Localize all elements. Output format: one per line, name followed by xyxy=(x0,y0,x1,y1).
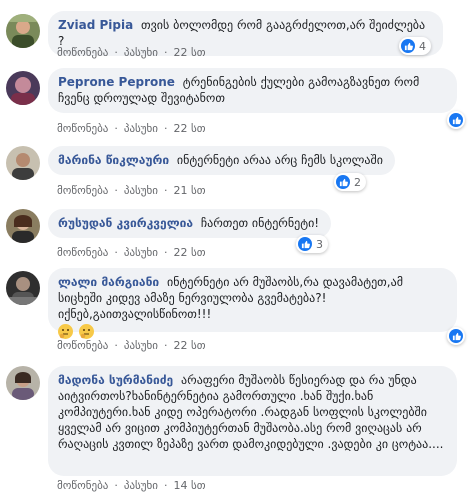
reaction-count[interactable]: 4 xyxy=(399,37,431,55)
like-icon xyxy=(449,329,463,343)
comment-author[interactable]: Zviad Pipia xyxy=(58,18,133,32)
comment-text: ინტერნეტი არაა არც ჩემს სკოლაში xyxy=(176,153,383,167)
comment-meta: მოწონება · პასუხი · 22 სთ xyxy=(57,246,206,259)
comment-bubble: ლალი მარგიანი ინტერნეტი არ მუშაობს,რა და… xyxy=(48,268,457,339)
avatar[interactable] xyxy=(6,146,40,180)
emoji-row xyxy=(58,323,445,339)
avatar[interactable] xyxy=(6,71,40,105)
separator: · xyxy=(114,479,118,492)
reaction-number: 4 xyxy=(419,39,426,53)
avatar[interactable] xyxy=(6,209,40,243)
like-icon xyxy=(298,237,312,251)
separator: · xyxy=(114,246,118,259)
reply-action[interactable]: პასუხი xyxy=(124,479,158,492)
like-icon xyxy=(449,113,463,127)
comment-meta: მოწონება · პასუხი · 14 სთ xyxy=(57,479,206,492)
comment-bubble: მარინა წიკლაური ინტერნეტი არაა არც ჩემს … xyxy=(48,146,395,175)
reply-action[interactable]: პასუხი xyxy=(124,122,158,135)
avatar[interactable] xyxy=(6,366,40,400)
comment-meta: მოწონება · პასუხი · 22 სთ xyxy=(57,122,206,135)
like-action[interactable]: მოწონება xyxy=(57,46,108,59)
separator: · xyxy=(163,122,168,135)
avatar[interactable] xyxy=(6,271,40,305)
like-action[interactable]: მოწონება xyxy=(57,479,108,492)
thinking-face-icon xyxy=(58,324,73,339)
comment-bubble: Peprone Peprone ტრენინგების ქულები გამოა… xyxy=(48,68,457,113)
comment-meta: მოწონება · პასუხი · 22 სთ xyxy=(57,46,206,59)
like-action[interactable]: მოწონება xyxy=(57,122,108,135)
comment-time[interactable]: 14 სთ xyxy=(173,479,205,492)
separator: · xyxy=(163,184,168,197)
comment-time[interactable]: 22 სთ xyxy=(173,339,205,352)
comment-text: ჩართეთ ინტერნეტი! xyxy=(200,216,320,230)
comment-author[interactable]: მადონა სურმანიძე xyxy=(58,373,173,387)
comment-time[interactable]: 22 სთ xyxy=(173,122,205,135)
comment-author[interactable]: Peprone Peprone xyxy=(58,75,175,89)
comment-bubble: რუსუდან კვირკველია ჩართეთ ინტერნეტი! xyxy=(48,209,332,238)
comment-time[interactable]: 21 სთ xyxy=(173,184,205,197)
reply-action[interactable]: პასუხი xyxy=(124,246,158,259)
comment-meta: მოწონება · პასუხი · 21 სთ xyxy=(57,184,206,197)
reaction-count[interactable]: 3 xyxy=(296,235,328,253)
reply-action[interactable]: პასუხი xyxy=(124,184,158,197)
comment-bubble: მადონა სურმანიძე არაფერი მუშაობს წესიერა… xyxy=(48,366,457,476)
separator: · xyxy=(114,122,118,135)
comment-author[interactable]: მარინა წიკლაური xyxy=(58,153,169,167)
separator: · xyxy=(114,46,118,59)
reaction-count[interactable] xyxy=(447,111,465,129)
comment-meta: მოწონება · პასუხი · 22 სთ xyxy=(57,339,206,352)
comment-time[interactable]: 22 სთ xyxy=(173,46,205,59)
separator: · xyxy=(114,184,118,197)
like-icon xyxy=(401,39,415,53)
separator: · xyxy=(163,479,168,492)
comment-time[interactable]: 22 სთ xyxy=(173,246,205,259)
reaction-number: 3 xyxy=(316,237,323,251)
thinking-face-icon xyxy=(78,324,94,339)
separator: · xyxy=(163,339,168,352)
like-action[interactable]: მოწონება xyxy=(57,246,108,259)
like-action[interactable]: მოწონება xyxy=(57,339,108,352)
reply-action[interactable]: პასუხი xyxy=(124,339,158,352)
separator: · xyxy=(114,339,118,352)
like-icon xyxy=(336,175,350,189)
like-action[interactable]: მოწონება xyxy=(57,184,108,197)
reaction-count[interactable]: 2 xyxy=(334,173,366,191)
separator: · xyxy=(163,246,168,259)
avatar[interactable] xyxy=(6,14,40,48)
comment-author[interactable]: რუსუდან კვირკველია xyxy=(58,216,193,230)
reaction-number: 2 xyxy=(354,175,361,189)
reply-action[interactable]: პასუხი xyxy=(124,46,158,59)
reaction-count[interactable] xyxy=(447,327,465,345)
comment-author[interactable]: ლალი მარგიანი xyxy=(58,275,159,289)
separator: · xyxy=(163,46,168,59)
